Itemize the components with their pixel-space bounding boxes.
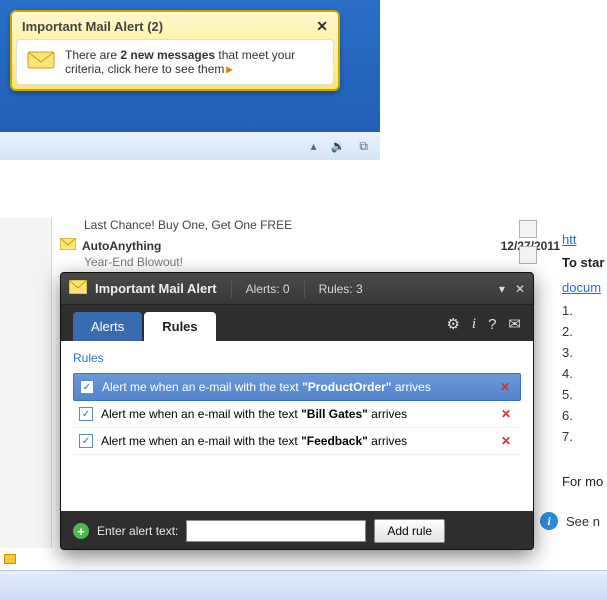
rule-text: Alert me when an e-mail with the text "P… xyxy=(102,380,431,394)
list-number: 6. xyxy=(562,408,607,423)
status-bar xyxy=(0,570,607,600)
rule-checkbox[interactable]: ✓ xyxy=(80,380,94,394)
flag-box[interactable] xyxy=(519,220,537,238)
important-mail-alert-panel: Important Mail Alert Alerts: 0 Rules: 3 … xyxy=(60,272,534,550)
partial-link-docum[interactable]: docum xyxy=(562,280,607,295)
help-icon[interactable]: ? xyxy=(488,316,496,333)
list-number: 1. xyxy=(562,303,607,318)
info-icon[interactable]: i xyxy=(472,316,476,333)
panel-footer: + Enter alert text: Add rule xyxy=(61,511,533,550)
tray-windows-icon[interactable]: ⧉ xyxy=(359,139,368,154)
mail-icon[interactable]: ✉ xyxy=(508,315,521,333)
tab-alerts[interactable]: Alerts xyxy=(73,312,142,341)
close-icon[interactable]: ✕ xyxy=(316,18,328,35)
info-icon: i xyxy=(540,512,558,530)
toast-title: Important Mail Alert (2) xyxy=(22,19,163,34)
rule-row[interactable]: ✓ Alert me when an e-mail with the text "… xyxy=(73,373,521,401)
footer-label: Enter alert text: xyxy=(97,524,178,538)
gear-icon[interactable]: ⚙ xyxy=(446,315,459,333)
add-icon: + xyxy=(73,523,89,539)
info-bar-fragment: i See n xyxy=(540,512,600,530)
list-number: 7. xyxy=(562,429,607,444)
delete-icon[interactable]: ✕ xyxy=(497,407,515,421)
tabs-row: Alerts Rules ⚙ i ? ✉ xyxy=(61,305,533,341)
rules-content: Rules ✓ Alert me when an e-mail with the … xyxy=(61,341,533,511)
list-number: 4. xyxy=(562,366,607,381)
envelope-icon xyxy=(27,48,55,73)
panel-title: Important Mail Alert xyxy=(95,281,217,296)
background-mail-list: Last Chance! Buy One, Get One FREE AutoA… xyxy=(60,218,560,269)
system-tray: ▴ 🔉 ⧉ xyxy=(0,132,380,160)
delete-icon[interactable]: ✕ xyxy=(496,380,514,394)
panel-titlebar[interactable]: Important Mail Alert Alerts: 0 Rules: 3 … xyxy=(61,273,533,305)
section-heading: Rules xyxy=(73,351,521,365)
left-gutter xyxy=(0,218,52,548)
envelope-icon xyxy=(69,280,87,297)
status-indicator xyxy=(4,554,16,564)
rule-row[interactable]: ✓ Alert me when an e-mail with the text "… xyxy=(73,401,521,428)
rule-text: Alert me when an e-mail with the text "F… xyxy=(101,434,407,448)
alert-text-input[interactable] xyxy=(186,520,366,542)
envelope-icon xyxy=(60,238,76,253)
bg-subject: Last Chance! Buy One, Get One FREE xyxy=(84,218,560,232)
bg-row-flags xyxy=(519,220,537,264)
toast-message: There are 2 new messages that meet your … xyxy=(65,48,323,76)
alerts-count: Alerts: 0 xyxy=(246,282,290,296)
chevron-down-icon[interactable]: ▾ xyxy=(499,282,505,296)
partial-link[interactable]: htt xyxy=(562,232,607,247)
rule-text: Alert me when an e-mail with the text "B… xyxy=(101,407,407,421)
close-icon[interactable]: ✕ xyxy=(515,282,525,296)
rule-checkbox[interactable]: ✓ xyxy=(79,434,93,448)
mail-alert-toast[interactable]: Important Mail Alert (2) ✕ There are 2 n… xyxy=(10,10,340,91)
partial-text: For mo xyxy=(562,474,607,489)
list-number: 5. xyxy=(562,387,607,402)
rule-row[interactable]: ✓ Alert me when an e-mail with the text "… xyxy=(73,428,521,455)
toast-body[interactable]: There are 2 new messages that meet your … xyxy=(16,39,334,85)
partial-heading: To star xyxy=(562,255,607,270)
right-pane-fragment: htt To star docum 1. 2. 3. 4. 5. 6. 7. For mo xyxy=(562,232,607,489)
flag-box[interactable] xyxy=(519,246,537,264)
bg-sender: AutoAnything xyxy=(82,239,161,253)
tray-up-icon[interactable]: ▴ xyxy=(310,139,316,153)
tray-sound-icon[interactable]: 🔉 xyxy=(330,139,345,153)
tab-rules[interactable]: Rules xyxy=(144,312,215,341)
add-rule-button[interactable]: Add rule xyxy=(374,519,445,543)
rule-checkbox[interactable]: ✓ xyxy=(79,407,93,421)
delete-icon[interactable]: ✕ xyxy=(497,434,515,448)
desktop-background: Important Mail Alert (2) ✕ There are 2 n… xyxy=(0,0,380,160)
list-number: 3. xyxy=(562,345,607,360)
info-text: See n xyxy=(566,514,600,529)
rules-count: Rules: 3 xyxy=(319,282,363,296)
bg-preview: Year-End Blowout! xyxy=(84,255,560,269)
list-number: 2. xyxy=(562,324,607,339)
